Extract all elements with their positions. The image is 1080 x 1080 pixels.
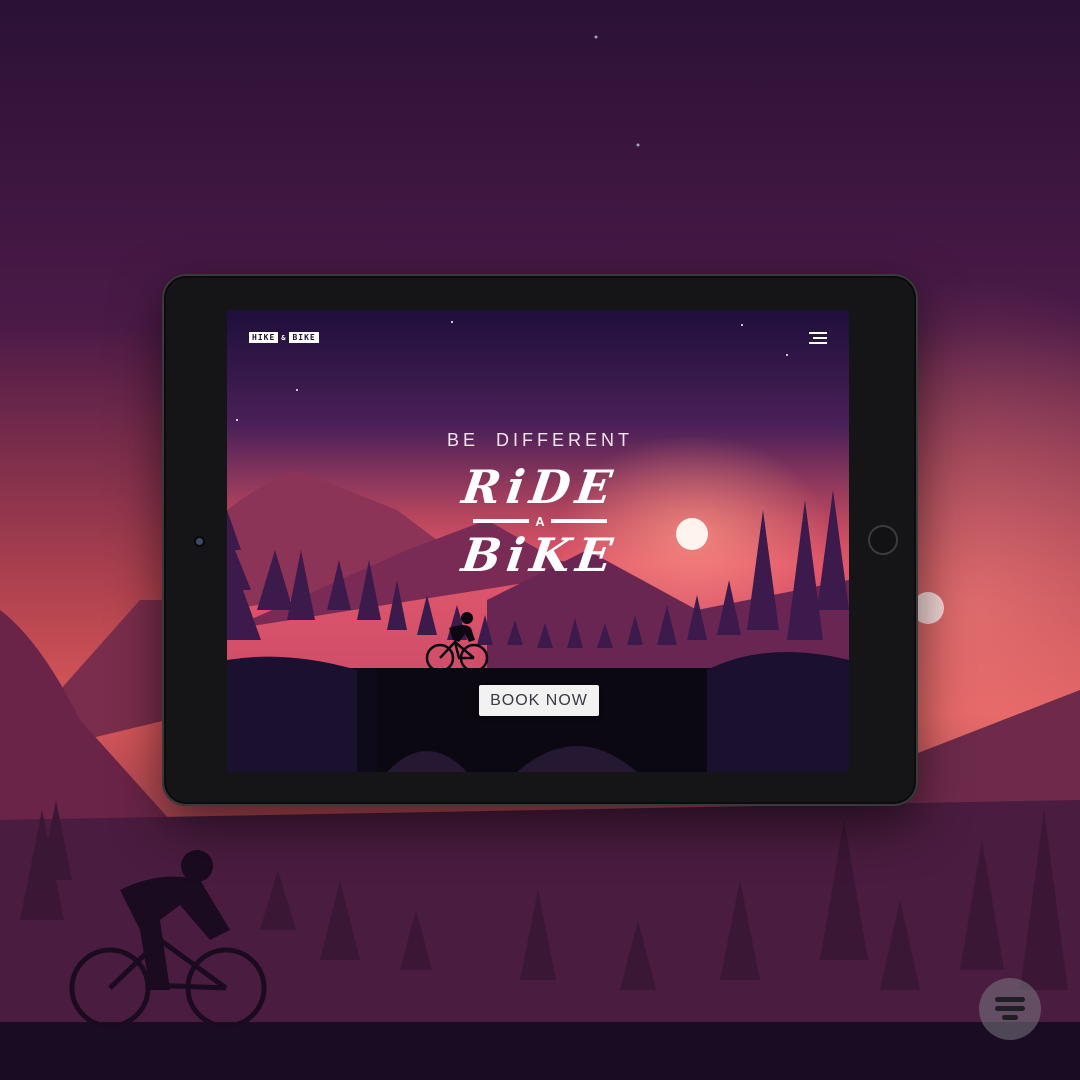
headline-ride: RiDE [458, 460, 622, 514]
logo-ampersand: & [281, 333, 287, 342]
logo-word-bike: BIKE [289, 332, 319, 343]
badge-glyph [995, 997, 1025, 1020]
headline-bike: BiKE [458, 528, 622, 582]
headline-a: A [535, 513, 545, 529]
tablet-home-button[interactable] [868, 525, 898, 555]
site-logo[interactable]: HIKE & BIKE [249, 332, 319, 343]
tablet-camera [196, 538, 203, 545]
hero-tagline: BE DIFFERENT [446, 430, 633, 450]
hamburger-menu-icon[interactable] [809, 332, 827, 344]
book-now-button[interactable]: BOOK NOW [479, 685, 599, 716]
connector-bar-left [473, 519, 530, 523]
brand-badge-icon [979, 978, 1041, 1040]
hero-headline: RiDE A BiKE [227, 460, 849, 582]
logo-word-hike: HIKE [249, 332, 279, 343]
connector-bar-right [550, 519, 607, 523]
tablet-screen: HIKE & BIKE BE DIFFERENT RiDE A BiKE BOO… [227, 310, 849, 772]
